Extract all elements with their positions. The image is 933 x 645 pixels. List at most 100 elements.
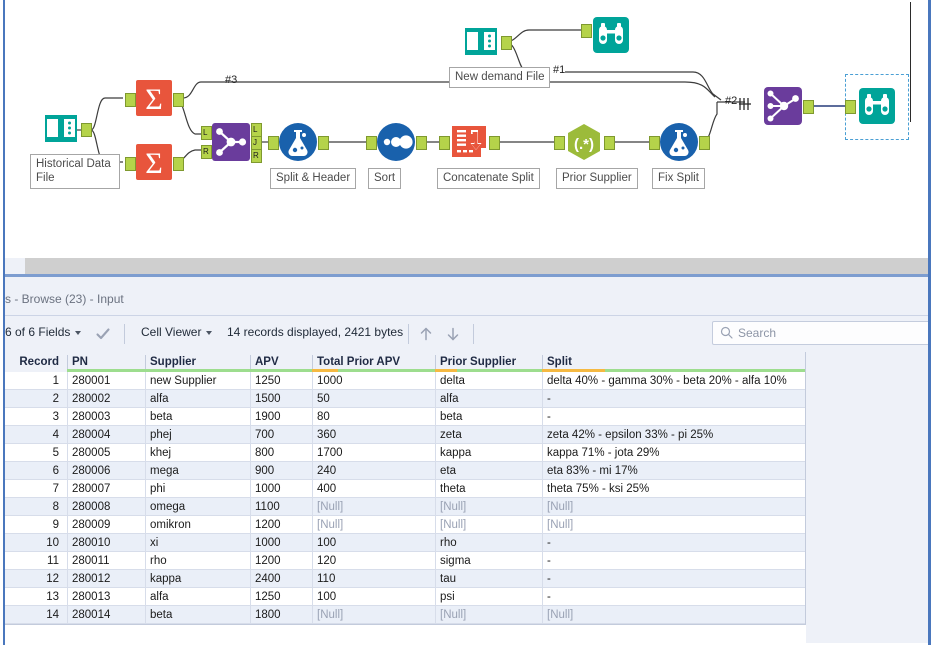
tool-concatenate-split[interactable] [439,121,500,163]
cell-supplier[interactable]: phi [145,480,250,498]
cell-split[interactable]: [Null] [542,516,805,534]
output-port[interactable] [173,93,184,107]
cell-record[interactable]: 9 [5,516,67,534]
cell-pn[interactable]: 280006 [67,462,145,480]
cell-supplier[interactable]: khej [145,444,250,462]
cell-split[interactable]: - [542,552,805,570]
cell-apv[interactable]: 1800 [250,606,312,624]
cell-tpapv[interactable]: [Null] [312,498,435,516]
cell-apv[interactable]: 700 [250,426,312,444]
cell-prisup[interactable]: zeta [435,426,542,444]
tool-summarize-top[interactable]: Σ [125,77,184,119]
tool-summarize-bottom[interactable]: Σ [125,141,184,183]
output-port[interactable] [604,136,615,150]
cell-record[interactable]: 11 [5,552,67,570]
cell-pn[interactable]: 280005 [67,444,145,462]
cell-apv[interactable]: 1200 [250,552,312,570]
results-grid[interactable]: Record PN Supplier APV Total Prior APV Prior … [5,352,806,643]
tool-historical-data-file[interactable] [40,107,92,149]
cell-record[interactable]: 12 [5,570,67,588]
input-port[interactable] [581,24,592,38]
output-port[interactable] [81,123,92,137]
workflow-canvas[interactable]: #3 #1 #2 Historical Data File Σ Σ L R L … [5,2,928,256]
output-port[interactable] [416,136,427,150]
table-row[interactable]: 11 280011 rho 1200 120 sigma - [5,552,805,570]
cell-record[interactable]: 6 [5,462,67,480]
table-row[interactable]: 2 280002 alfa 1500 50 alfa - [5,390,805,408]
cell-split[interactable]: zeta 42% - epsilon 33% - pi 25% [542,426,805,444]
cell-supplier[interactable]: alfa [145,588,250,606]
cell-record[interactable]: 5 [5,444,67,462]
cell-split[interactable]: [Null] [542,606,805,624]
cell-supplier[interactable]: alfa [145,390,250,408]
tool-browse-output[interactable] [845,85,898,127]
canvas-scrollbar-edge[interactable] [910,2,911,122]
table-row[interactable]: 6 280006 mega 900 240 eta eta 83% - mi 17% [5,462,805,480]
cell-pn[interactable]: 280012 [67,570,145,588]
input-port[interactable] [649,136,660,150]
input-port[interactable] [268,136,279,150]
cell-tpapv[interactable]: 1000 [312,372,435,390]
cell-record[interactable]: 2 [5,390,67,408]
cell-apv[interactable]: 1500 [250,390,312,408]
cell-pn[interactable]: 280004 [67,426,145,444]
cell-apv[interactable]: 1000 [250,480,312,498]
cell-tpapv[interactable]: 360 [312,426,435,444]
cell-record[interactable]: 3 [5,408,67,426]
cell-tpapv[interactable]: [Null] [312,516,435,534]
arrow-down-icon[interactable] [444,325,462,343]
cell-tpapv[interactable]: 240 [312,462,435,480]
table-row[interactable]: 8 280008 omega 1100 [Null] [Null] [Null] [5,498,805,516]
column-header-record[interactable]: Record [5,352,67,372]
cell-prisup[interactable]: eta [435,462,542,480]
cell-pn[interactable]: 280009 [67,516,145,534]
cell-prisup[interactable]: kappa [435,444,542,462]
cell-tpapv[interactable]: 50 [312,390,435,408]
output-port[interactable] [699,136,710,150]
cell-record[interactable]: 1 [5,372,67,390]
cell-prisup[interactable]: theta [435,480,542,498]
cell-split[interactable]: kappa 71% - jota 29% [542,444,805,462]
cell-pn[interactable]: 280011 [67,552,145,570]
cell-pn[interactable]: 280014 [67,606,145,624]
cell-tpapv[interactable]: 120 [312,552,435,570]
table-row[interactable]: 13 280013 alfa 1250 100 psi - [5,588,805,606]
cell-supplier[interactable]: phej [145,426,250,444]
table-row[interactable]: 3 280003 beta 1900 80 beta - [5,408,805,426]
cell-supplier[interactable]: beta [145,606,250,624]
cell-pn[interactable]: 280013 [67,588,145,606]
cell-supplier[interactable]: omikron [145,516,250,534]
table-row[interactable]: 4 280004 phej 700 360 zeta zeta 42% - epsilon … [5,426,805,444]
output-port[interactable] [803,100,814,114]
input-port[interactable] [439,136,450,150]
cell-split[interactable]: - [542,534,805,552]
cell-record[interactable]: 13 [5,588,67,606]
cell-prisup[interactable]: sigma [435,552,542,570]
cell-apv[interactable]: 1250 [250,588,312,606]
tool-fix-split[interactable] [649,121,710,163]
cell-tpapv[interactable]: 110 [312,570,435,588]
search-input[interactable]: Search [712,321,928,345]
cell-prisup[interactable]: [Null] [435,606,542,624]
cell-supplier[interactable]: rho [145,552,250,570]
cell-record[interactable]: 7 [5,480,67,498]
input-port[interactable] [554,136,565,150]
input-port[interactable] [366,136,377,150]
tool-browse-top[interactable] [581,14,632,56]
cell-tpapv[interactable]: 400 [312,480,435,498]
table-row[interactable]: 9 280009 omikron 1200 [Null] [Null] [Null] [5,516,805,534]
cell-prisup[interactable]: rho [435,534,542,552]
fields-selector[interactable]: 6 of 6 Fields [5,325,82,339]
cell-apv[interactable]: 2400 [250,570,312,588]
cell-prisup[interactable]: psi [435,588,542,606]
cell-split[interactable]: - [542,408,805,426]
table-row[interactable]: 7 280007 phi 1000 400 theta theta 75% - ksi 25… [5,480,805,498]
cell-split[interactable]: - [542,390,805,408]
tool-sort[interactable] [366,121,427,163]
tool-new-demand-file[interactable] [460,20,512,62]
cell-supplier[interactable]: new Supplier [145,372,250,390]
cell-prisup[interactable]: delta [435,372,542,390]
cell-apv[interactable]: 1000 [250,534,312,552]
output-port[interactable] [501,36,512,50]
cell-record[interactable]: 8 [5,498,67,516]
